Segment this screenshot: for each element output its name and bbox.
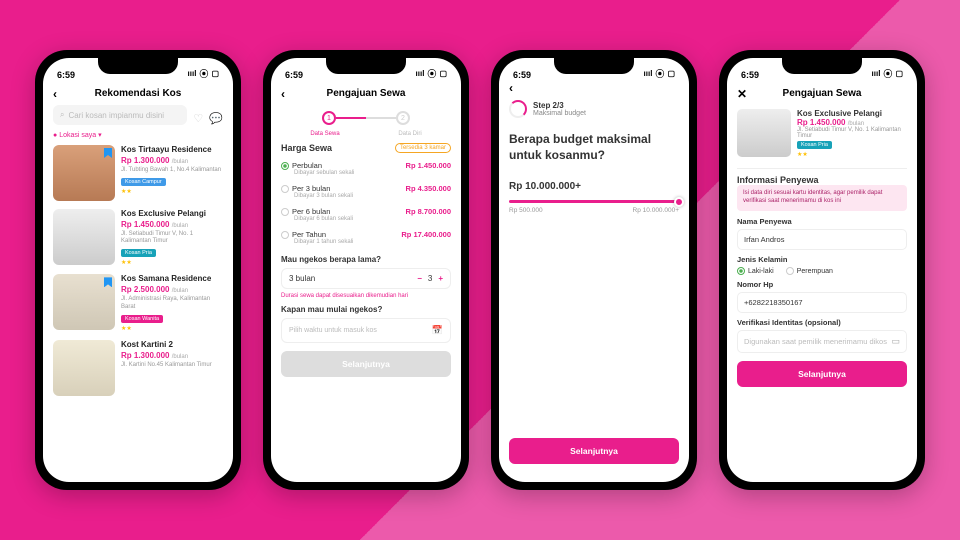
search-icon: ⌕ [60,110,64,120]
chat-icon[interactable]: 💬 [209,112,223,125]
phone-field[interactable]: +6282218350167 [737,292,907,313]
heart-icon[interactable]: ♡ [193,112,203,125]
listing-card[interactable]: Kos Samana Residence Rp 2.500.000 /bulan… [53,274,223,331]
date-input[interactable]: Pilih waktu untuk masuk kos 📅 [281,318,451,343]
radio-icon [786,267,794,275]
next-button[interactable]: Selanjutnya [737,361,907,387]
page-title: Pengajuan Sewa [783,88,862,99]
availability-pill: Tersedia 3 kamar [395,143,451,153]
rating-stars: ★★ [121,188,223,195]
listing-thumb [53,145,115,201]
type-badge: Kosan Pria [121,249,156,257]
back-icon[interactable]: ‹ [53,87,57,101]
listing-card[interactable]: Kost Kartini 2 Rp 1.300.000 /bulan Jl. K… [53,340,223,396]
calendar-icon[interactable]: 📅 [432,325,443,336]
price-option[interactable]: PerbulanDibayar sebulan sekali Rp 1.450.… [281,157,451,180]
next-button[interactable]: Selanjutnya [509,438,679,464]
plus-button[interactable]: + [438,274,443,283]
price-option[interactable]: Per TahunDibayar 1 tahun sekali Rp 17.40… [281,226,451,249]
back-icon[interactable]: ‹ [509,81,513,95]
budget-slider[interactable] [509,200,679,203]
info-banner: Isi data diri sesuai kartu identitas, ag… [737,185,907,211]
close-icon[interactable]: ✕ [737,87,747,101]
listing-card[interactable]: Kos Exclusive Pelangi Rp 1.450.000 /bula… [53,209,223,266]
page-title: Rekomendasi Kos [95,88,182,99]
phone-informasi-penyewa: 6:59 ıııl⦿▢ ✕ Pengajuan Sewa Kos Exclusi… [719,50,925,490]
section-title: Informasi Penyewa [737,175,907,185]
identity-field[interactable]: Digunakan saat pemilik menerimamu dikos … [737,330,907,353]
stepper: 1 2 [281,111,451,125]
page-title: Pengajuan Sewa [327,88,406,99]
section-title: Harga Sewa [281,143,332,153]
step-2-dot: 2 [396,111,410,125]
type-badge: Kosan Campur [121,178,166,186]
radio-icon[interactable] [281,185,289,193]
bookmark-icon[interactable] [104,277,112,287]
id-card-icon: ▭ [891,336,900,347]
next-button[interactable]: Selanjutnya [281,351,451,377]
radio-icon [737,267,745,275]
radio-icon[interactable] [281,231,289,239]
gender-female[interactable]: Perempuan [786,267,833,275]
radio-icon[interactable] [281,162,289,170]
budget-value: Rp 10.000.000+ [509,181,679,192]
bookmark-icon[interactable] [104,148,112,158]
header: ‹ Rekomendasi Kos [43,82,233,105]
listing-thumb [53,209,115,265]
minus-button[interactable]: − [417,274,422,283]
type-badge: Kosan Pria [797,141,832,149]
listing-card[interactable]: Kos Tirtaayu Residence Rp 1.300.000 /bul… [53,145,223,201]
rating-stars: ★★ [797,151,907,158]
price-option[interactable]: Per 6 bulanDibayar 6 bulan sekali Rp 8.7… [281,203,451,226]
clock: 6:59 [57,70,75,80]
gender-male[interactable]: Laki-laki [737,267,774,275]
listing-thumb [53,340,115,396]
listing-thumb [53,274,115,330]
radio-icon[interactable] [281,208,289,216]
rating-stars: ★★ [121,325,223,332]
progress-spinner-icon [509,100,527,118]
question-heading: Berapa budget maksimal untuk kosanmu? [509,132,679,163]
back-icon[interactable]: ‹ [281,87,285,101]
step-1-dot: 1 [322,111,336,125]
property-thumb [737,109,791,157]
name-field[interactable]: Irfan Andros [737,229,907,250]
phone-pengajuan-harga: 6:59 ıııl⦿▢ ‹ Pengajuan Sewa 1 2 Data Se… [263,50,469,490]
type-badge: Kosan Wanita [121,315,163,323]
duration-stepper[interactable]: 3 bulan − 3 + [281,268,451,289]
search-input[interactable]: ⌕ Cari kosan impianmu disini [53,105,187,125]
price-option[interactable]: Per 3 bulanDibayar 3 bulan sekali Rp 4.3… [281,180,451,203]
location-filter[interactable]: ● Lokasi saya ▾ [53,131,223,139]
rating-stars: ★★ [121,259,223,266]
property-summary: Kos Exclusive Pelangi Rp 1.450.000 /bula… [737,105,907,162]
slider-thumb[interactable] [674,197,684,207]
phone-rekomendasi: 6:59 ıııl⦿▢ ‹ Rekomendasi Kos ⌕ Cari kos… [35,50,241,490]
phone-budget: 6:59 ıııl⦿▢ ‹ Step 2/3 Maksimal budget B… [491,50,697,490]
